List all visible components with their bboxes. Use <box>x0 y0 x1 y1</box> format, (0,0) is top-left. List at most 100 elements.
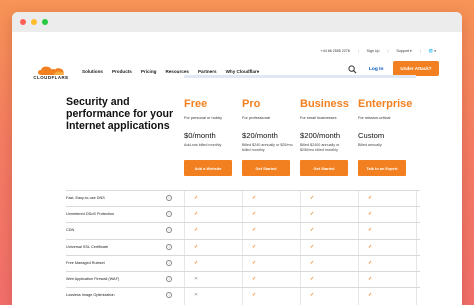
nav-item-resources[interactable]: Resources <box>165 69 189 74</box>
minimize-window-button[interactable] <box>31 19 37 25</box>
check-icon: ✓ <box>368 275 373 282</box>
info-icon[interactable]: i <box>166 195 172 201</box>
feature-row: Fast, Easy-to-use DNS i ✓ ✓ ✓ ✓ <box>66 190 420 206</box>
info-icon[interactable]: i <box>166 275 172 282</box>
plan-strip-enterprise <box>358 75 416 78</box>
talk-to-expert-button[interactable]: Talk to an Expert <box>358 160 406 176</box>
support-menu[interactable]: Support ▾ <box>396 49 411 53</box>
plan-billing: Billed $2400 annually or $250/mo billed … <box>300 143 340 152</box>
check-icon: ✓ <box>194 259 199 266</box>
plan-column-free: Free For personal or hobby $0/month Add-… <box>184 98 238 176</box>
main-navbar: CLOUDFLARE Solutions Products Pricing Re… <box>12 56 462 86</box>
plan-strip-pro <box>242 75 300 78</box>
separator: | <box>419 49 421 53</box>
check-icon: ✓ <box>310 195 315 201</box>
check-icon: ✓ <box>252 227 257 234</box>
plan-price: $20/month <box>242 131 278 140</box>
nav-item-pricing[interactable]: Pricing <box>141 69 157 74</box>
nav-item-partners[interactable]: Partners <box>198 69 217 74</box>
maximize-window-button[interactable] <box>42 19 48 25</box>
plan-price: Custom <box>358 131 385 140</box>
page-title: Security and performance for your Intern… <box>66 96 174 132</box>
language-menu[interactable]: 🌐 ▾ <box>429 49 436 53</box>
plan-name: Business <box>300 98 349 110</box>
plan-name: Free <box>184 98 208 110</box>
check-icon: ✓ <box>194 243 199 250</box>
plan-billing: Billed $240 annually or $25/mo billed mo… <box>242 143 293 152</box>
check-icon: ✓ <box>368 292 373 299</box>
check-icon: ✓ <box>252 259 257 266</box>
phone-number[interactable]: +44 66 2555 2278 <box>321 49 350 53</box>
check-icon: ✓ <box>368 243 373 250</box>
plan-subtitle: For personal or hobby <box>184 115 223 120</box>
check-icon: ✓ <box>310 211 315 218</box>
under-attack-button[interactable]: Under Attack? <box>393 61 439 76</box>
plan-column-enterprise: Enterprise For mission-critical Custom B… <box>358 98 412 176</box>
feature-comparison-table: Fast, Easy-to-use DNS i ✓ ✓ ✓ ✓ Unmetered DDoS… <box>66 190 420 303</box>
check-icon: ✓ <box>252 243 257 250</box>
separator: | <box>357 49 359 53</box>
nav-item-why-cloudflare[interactable]: Why Cloudflare <box>226 69 260 74</box>
feature-row: Universal SSL Certificate i ✓ ✓ ✓ ✓ <box>66 238 420 255</box>
get-started-pro-button[interactable]: Get Started <box>242 160 290 176</box>
check-icon: ✓ <box>368 259 373 266</box>
check-icon: ✓ <box>252 275 257 282</box>
check-icon: ✓ <box>194 211 199 218</box>
check-icon: ✓ <box>368 227 373 234</box>
plan-subtitle: For mission-critical <box>358 115 391 120</box>
check-icon: ✓ <box>252 211 257 218</box>
feature-label: Web Application Firewall (WAF) <box>66 276 120 281</box>
check-icon: ✓ <box>310 275 315 282</box>
plan-strip-free <box>184 75 242 78</box>
info-icon[interactable]: i <box>166 211 172 218</box>
nav-item-solutions[interactable]: Solutions <box>82 69 103 74</box>
plan-column-business: Business For small businesses $200/month… <box>300 98 354 176</box>
check-icon: ✓ <box>368 195 373 201</box>
close-window-button[interactable] <box>20 19 26 25</box>
plan-name: Pro <box>242 98 261 110</box>
feature-row: Unmetered DDoS Protection i ✓ ✓ ✓ ✓ <box>66 206 420 222</box>
add-website-button[interactable]: Add a Website <box>184 160 232 176</box>
feature-row: Free Managed Ruleset i ✓ ✓ ✓ ✓ <box>66 254 420 271</box>
nav-item-products[interactable]: Products <box>112 69 132 74</box>
check-icon: ✓ <box>310 292 315 299</box>
signup-link[interactable]: Sign Up <box>367 49 380 53</box>
feature-label: CDN <box>66 228 75 233</box>
check-icon: ✓ <box>194 195 199 201</box>
info-icon[interactable]: i <box>166 292 172 299</box>
info-icon[interactable]: i <box>166 227 172 234</box>
check-icon: ✓ <box>310 227 315 234</box>
cross-icon: ✕ <box>194 275 199 282</box>
get-started-business-button[interactable]: Get Started <box>300 160 348 176</box>
plan-subtitle: For professional <box>242 115 270 120</box>
utility-bar: +44 66 2555 2278 | Sign Up | Support ▾ |… <box>12 46 462 56</box>
browser-window: +44 66 2555 2278 | Sign Up | Support ▾ |… <box>12 12 462 305</box>
plan-header-strips <box>12 75 462 78</box>
feature-row: Web Application Firewall (WAF) i ✕ ✓ ✓ ✓ <box>66 270 420 287</box>
check-icon: ✓ <box>252 195 257 201</box>
check-icon: ✓ <box>252 292 257 299</box>
check-icon: ✓ <box>310 243 315 250</box>
feature-row: CDN i ✓ ✓ ✓ ✓ <box>66 222 420 238</box>
info-icon[interactable]: i <box>166 259 172 266</box>
plan-price: $0/month <box>184 131 216 140</box>
feature-label: Free Managed Ruleset <box>66 260 105 265</box>
feature-label: Fast, Easy-to-use DNS <box>66 196 105 200</box>
primary-nav: Solutions Products Pricing Resources Par… <box>82 69 268 74</box>
feature-label: Universal SSL Certificate <box>66 244 109 249</box>
search-icon[interactable] <box>348 65 357 74</box>
feature-label: Lossless Image Optimization <box>66 293 115 298</box>
plan-billing: Billed annually <box>358 143 382 147</box>
check-icon: ✓ <box>194 227 199 234</box>
window-titlebar <box>12 12 462 32</box>
login-link[interactable]: Log In <box>369 67 383 72</box>
info-icon[interactable]: i <box>166 243 172 250</box>
plan-column-pro: Pro For professional $20/month Billed $2… <box>242 98 296 176</box>
plan-strip-business <box>300 75 358 78</box>
feature-row: Lossless Image Optimization i ✕ ✓ ✓ ✓ <box>66 287 420 303</box>
check-icon: ✓ <box>310 259 315 266</box>
check-icon: ✓ <box>368 211 373 218</box>
plan-billing: Add-ons billed monthly <box>184 143 222 147</box>
separator: | <box>387 49 389 53</box>
cross-icon: ✕ <box>194 292 199 299</box>
